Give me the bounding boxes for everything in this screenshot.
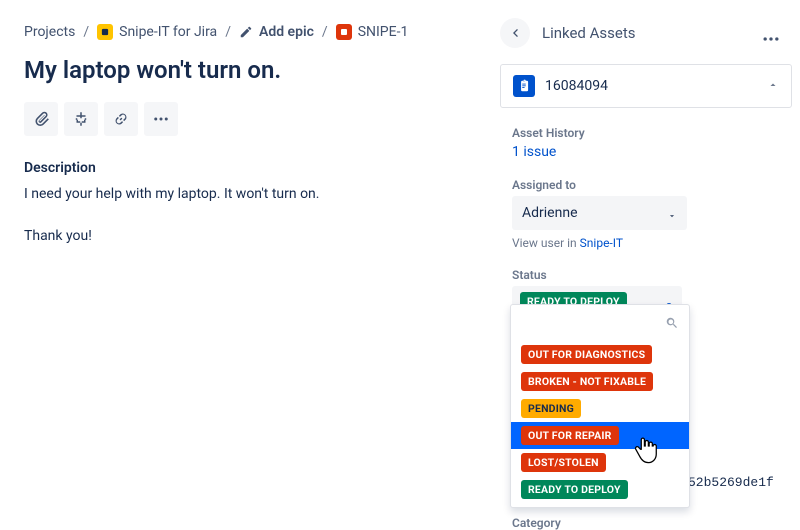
attach-button[interactable] (24, 102, 58, 136)
app-icon (97, 24, 113, 40)
ellipsis-icon (152, 110, 170, 128)
asset-history-label: Asset History (512, 126, 780, 140)
asset-card: 16084094 (500, 64, 792, 108)
asset-tag: 16084094 (545, 78, 608, 94)
dropdown-search[interactable] (511, 305, 689, 341)
breadcrumb-app[interactable]: Snipe-IT for Jira (97, 24, 217, 40)
linked-assets-label: Linked Assets (542, 24, 635, 42)
trailing-hash: 52b5269de1f (688, 475, 774, 490)
status-option[interactable]: OUT FOR DIAGNOSTICS (511, 341, 689, 368)
assignee-value: Adrienne (522, 205, 578, 221)
back-button[interactable] (500, 18, 530, 48)
subtask-button[interactable] (64, 102, 98, 136)
search-icon (665, 316, 679, 330)
action-row (24, 102, 476, 136)
breadcrumb-sep: / (225, 24, 231, 40)
status-option[interactable]: PENDING (511, 395, 689, 422)
status-option-badge: OUT FOR DIAGNOSTICS (521, 345, 652, 364)
chevron-up-icon (767, 79, 779, 95)
description-body[interactable]: I need your help with my laptop. It won'… (24, 184, 476, 247)
arrow-left-icon (507, 25, 523, 41)
breadcrumb: Projects / Snipe-IT for Jira / Add epic … (24, 24, 476, 40)
assigned-to-section: Assigned to Adrienne View user in Snipe-… (500, 178, 792, 250)
status-label: Status (512, 268, 780, 282)
chevron-down-icon (667, 209, 677, 225)
breadcrumb-app-label: Snipe-IT for Jira (119, 24, 217, 40)
breadcrumb-add-epic-label: Add epic (259, 24, 314, 40)
breadcrumb-projects[interactable]: Projects (24, 24, 75, 40)
status-option[interactable]: READY TO DEPLOY (511, 476, 689, 503)
status-option-badge: OUT FOR REPAIR (521, 426, 619, 445)
breadcrumb-add-epic[interactable]: Add epic (239, 24, 314, 40)
issue-type-icon (336, 24, 352, 40)
ellipsis-icon (761, 29, 781, 49)
status-option-badge: BROKEN - NOT FIXABLE (521, 372, 653, 391)
breadcrumb-sep: / (83, 24, 89, 40)
pencil-icon (239, 25, 253, 39)
assigned-to-label: Assigned to (512, 178, 780, 192)
status-option-badge: PENDING (521, 399, 581, 418)
linked-assets-header: Linked Assets (500, 18, 792, 48)
status-option-badge: LOST/STOLEN (521, 453, 606, 472)
hierarchy-icon (72, 110, 90, 128)
link-icon (112, 110, 130, 128)
description-label: Description (24, 160, 476, 176)
asset-history-section: Asset History 1 issue (500, 126, 792, 160)
status-option[interactable]: LOST/STOLEN (511, 449, 689, 476)
category-label: Category (512, 516, 780, 530)
assignee-select[interactable]: Adrienne (512, 196, 687, 230)
view-user-hint: View user in Snipe-IT (512, 236, 780, 250)
status-option[interactable]: OUT FOR REPAIR (511, 422, 689, 449)
more-actions-button[interactable] (144, 102, 178, 136)
breadcrumb-issue-key-label: SNIPE-1 (358, 24, 409, 40)
status-dropdown: OUT FOR DIAGNOSTICS BROKEN - NOT FIXABLE P… (510, 304, 690, 508)
issue-title[interactable]: My laptop won't turn on. (24, 56, 476, 84)
breadcrumb-issue-key[interactable]: SNIPE-1 (336, 24, 409, 40)
page-more-button[interactable] (756, 24, 786, 54)
link-button[interactable] (104, 102, 138, 136)
clipboard-icon (513, 75, 535, 97)
attachment-icon (32, 110, 50, 128)
status-option-badge: READY TO DEPLOY (521, 480, 628, 499)
breadcrumb-sep: / (322, 24, 328, 40)
category-section: Category (500, 516, 792, 530)
snipeit-link[interactable]: Snipe-IT (580, 236, 623, 250)
status-option[interactable]: BROKEN - NOT FIXABLE (511, 368, 689, 395)
issue-count-link[interactable]: 1 issue (512, 144, 780, 160)
asset-header[interactable]: 16084094 (513, 75, 779, 97)
